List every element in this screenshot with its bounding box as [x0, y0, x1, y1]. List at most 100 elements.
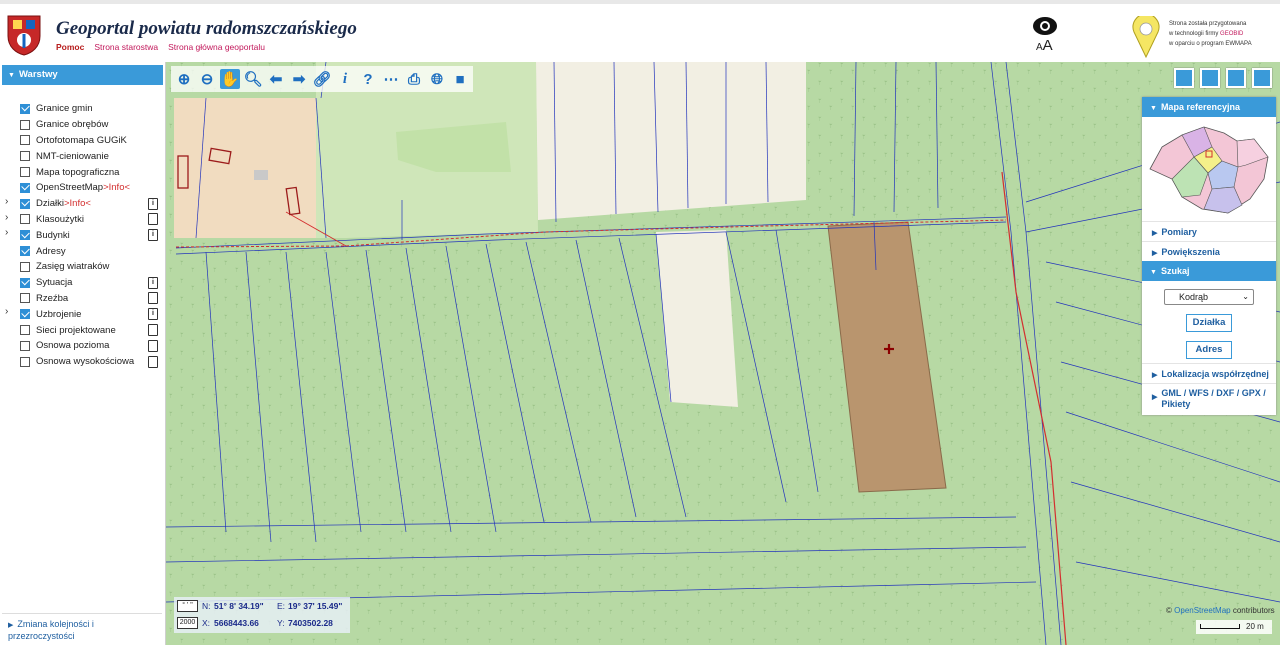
layer-checkbox[interactable]	[20, 119, 30, 130]
pan-hand-icon[interactable]: ✋	[220, 69, 240, 89]
layer-item[interactable]: Zasięg wiatraków	[0, 259, 165, 275]
layer-legend-icon[interactable]: i	[148, 276, 158, 289]
layer-checkbox[interactable]	[20, 340, 30, 351]
dms-unit-toggle[interactable]: ° ' "	[177, 600, 198, 612]
layer-item[interactable]: Osnowa wysokościowa	[0, 354, 165, 370]
layout-buttons	[1174, 68, 1272, 88]
layer-checkbox[interactable]	[20, 356, 30, 367]
layer-checkbox[interactable]	[20, 261, 30, 272]
forward-icon[interactable]: ➡	[289, 69, 309, 89]
y-label: Y:	[277, 618, 285, 628]
expand-chevron-icon[interactable]: ›	[5, 306, 8, 317]
layer-item[interactable]: Granice obrębów	[0, 117, 165, 133]
layer-item[interactable]: Sytuacja i	[0, 275, 165, 291]
layer-order-link[interactable]: ▶ Zmiana kolejności i przezroczystości	[2, 613, 162, 641]
layer-info-link[interactable]: >Info<	[64, 198, 91, 209]
layer-checkbox[interactable]	[20, 135, 30, 146]
county-office-link[interactable]: Strona starostwa	[94, 42, 158, 52]
layer-legend-icon[interactable]: i	[148, 308, 158, 321]
map-toolbar: ⊕ ⊖ ✋ 🔍︎ ⬅ ➡ 🔗︎ i ? ⋯ ⎙ 🌐︎ ■	[171, 66, 473, 92]
layer-checkbox[interactable]	[20, 246, 30, 257]
layer-item[interactable]: Adresy	[0, 243, 165, 259]
gml-export-item[interactable]: ▶ GML / WFS / DXF / GPX / Pikiety	[1142, 383, 1276, 415]
reference-map-header[interactable]: ▼ Mapa referencyjna	[1142, 97, 1276, 117]
x-value: 5668443.66	[214, 618, 259, 628]
document-icon[interactable]	[148, 292, 158, 305]
coat-of-arms-logo[interactable]	[6, 14, 42, 56]
layer-item[interactable]: Sieci projektowane	[0, 322, 165, 338]
layout-left-icon[interactable]	[1200, 68, 1220, 88]
zooms-item[interactable]: ▶ Powiększenia	[1142, 241, 1276, 261]
back-icon[interactable]: ⬅	[266, 69, 286, 89]
layer-item[interactable]: Osnowa pozioma	[0, 338, 165, 354]
document-icon[interactable]	[148, 339, 158, 352]
document-icon[interactable]	[148, 324, 158, 337]
parcel-search-button[interactable]: Działka	[1186, 314, 1232, 332]
geobid-logo	[1132, 16, 1160, 58]
address-search-button[interactable]: Adres	[1186, 341, 1232, 359]
layer-checkbox[interactable]	[20, 230, 30, 241]
layer-legend-icon[interactable]: i	[148, 197, 158, 210]
layer-checkbox[interactable]	[20, 151, 30, 162]
layer-checkbox[interactable]	[20, 293, 30, 304]
search-header[interactable]: ▼ Szukaj	[1142, 261, 1276, 281]
measurements-item[interactable]: ▶ Pomiary	[1142, 221, 1276, 241]
help-link[interactable]: Pomoc	[56, 42, 84, 52]
layer-item[interactable]: › Budynki i	[0, 227, 165, 243]
layer-item[interactable]: Rzeźba	[0, 291, 165, 307]
layer-checkbox[interactable]	[20, 103, 30, 114]
zoom-box-icon[interactable]: 🔍︎	[243, 69, 263, 89]
reference-map[interactable]	[1142, 117, 1276, 221]
coordinate-location-item[interactable]: ▶ Lokalizacja współrzędnej	[1142, 363, 1276, 383]
town-select[interactable]: Kodrąb ⌄	[1164, 289, 1254, 305]
layer-checkbox[interactable]	[20, 309, 30, 320]
geobid-name[interactable]: GEOBID	[1220, 31, 1243, 37]
layer-checkbox[interactable]	[20, 167, 30, 178]
eye-icon[interactable]	[1032, 15, 1058, 37]
layer-item[interactable]: NMT-cieniowanie	[0, 148, 165, 164]
globe-icon[interactable]: 🌐︎	[427, 69, 447, 89]
layer-checkbox[interactable]	[20, 277, 30, 288]
layer-item[interactable]: › Działki >Info< i	[0, 196, 165, 212]
layer-item[interactable]: › Klasoużytki	[0, 212, 165, 228]
layer-label: Zasięg wiatraków	[36, 261, 110, 273]
geoportal-home-link[interactable]: Strona główna geoportalu	[168, 42, 265, 52]
layer-checkbox[interactable]	[20, 214, 30, 225]
layout-export-icon[interactable]	[1226, 68, 1246, 88]
query-icon[interactable]: ?	[358, 69, 378, 89]
layer-item[interactable]: Granice gmin	[0, 101, 165, 117]
expand-chevron-icon[interactable]: ›	[5, 196, 8, 207]
map-view[interactable]: ᛘ ᛘ	[166, 62, 1280, 645]
layer-checkbox[interactable]	[20, 325, 30, 336]
layer-legend-icon[interactable]: i	[148, 229, 158, 242]
layout-right-icon[interactable]	[1252, 68, 1272, 88]
measurements-label: Pomiary	[1161, 227, 1197, 237]
streetview-icon[interactable]: ■	[450, 69, 470, 89]
layer-info-link[interactable]: >Info<	[103, 182, 130, 193]
field-strip-1	[536, 62, 806, 220]
measure-icon[interactable]: ⋯	[381, 69, 401, 89]
info-icon[interactable]: i	[335, 69, 355, 89]
layout-top-icon[interactable]	[1174, 68, 1194, 88]
layer-item[interactable]: OpenStreetMap >Info<	[0, 180, 165, 196]
map-canvas[interactable]: ᛘ ᛘ	[166, 62, 1280, 645]
layer-item[interactable]: Ortofotomapa GUGiK	[0, 133, 165, 149]
layer-item[interactable]: › Uzbrojenie i	[0, 306, 165, 322]
document-icon[interactable]	[148, 213, 158, 226]
document-icon[interactable]	[148, 355, 158, 368]
zoom-out-icon[interactable]: ⊖	[197, 69, 217, 89]
link-icon[interactable]: 🔗︎	[312, 69, 332, 89]
print-icon[interactable]: ⎙	[404, 69, 424, 89]
zoom-in-icon[interactable]: ⊕	[174, 69, 194, 89]
font-size-control[interactable]: AA	[1036, 37, 1053, 54]
layer-item[interactable]: Mapa topograficzna	[0, 164, 165, 180]
expand-triangle-icon: ▶	[8, 622, 14, 629]
osm-link[interactable]: OpenStreetMap	[1174, 606, 1230, 615]
2000-unit-toggle[interactable]: 2000	[177, 617, 198, 629]
reference-map-image[interactable]	[1142, 117, 1276, 221]
layer-checkbox[interactable]	[20, 182, 30, 193]
layer-checkbox[interactable]	[20, 198, 30, 209]
expand-chevron-icon[interactable]: ›	[5, 212, 8, 223]
layers-panel-header[interactable]: ▼ Warstwy	[2, 65, 163, 85]
expand-chevron-icon[interactable]: ›	[5, 227, 8, 238]
